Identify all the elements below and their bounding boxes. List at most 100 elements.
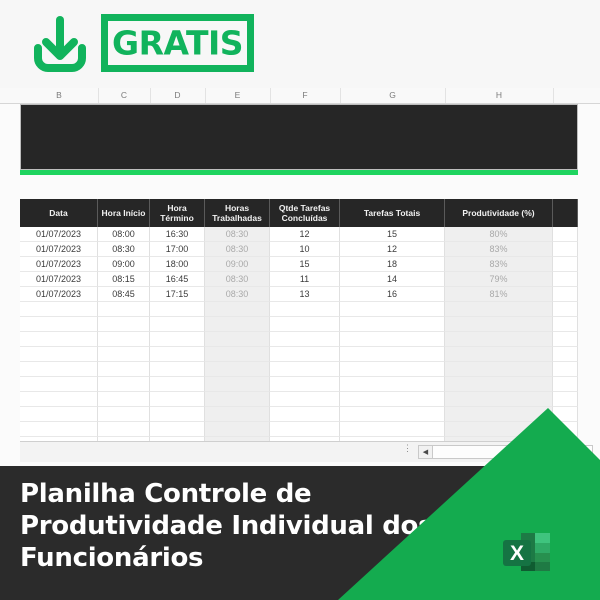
table-cell[interactable] bbox=[445, 332, 553, 347]
table-header-cell[interactable] bbox=[553, 199, 578, 227]
table-cell[interactable] bbox=[270, 362, 340, 377]
table-cell[interactable] bbox=[205, 422, 270, 437]
table-cell[interactable] bbox=[445, 407, 553, 422]
table-cell[interactable] bbox=[270, 377, 340, 392]
table-cell[interactable]: 81% bbox=[445, 287, 553, 302]
table-cell[interactable]: 12 bbox=[340, 242, 445, 257]
table-cell[interactable]: 01/07/2023 bbox=[20, 257, 98, 272]
table-cell[interactable] bbox=[98, 347, 150, 362]
table-cell[interactable] bbox=[205, 377, 270, 392]
table-cell[interactable] bbox=[270, 407, 340, 422]
table-cell[interactable] bbox=[20, 392, 98, 407]
table-cell[interactable] bbox=[20, 347, 98, 362]
table-cell[interactable] bbox=[205, 362, 270, 377]
table-header-cell[interactable]: Produtividade (%) bbox=[445, 199, 553, 227]
table-cell[interactable] bbox=[553, 302, 578, 317]
table-cell[interactable] bbox=[150, 377, 205, 392]
table-cell[interactable] bbox=[340, 422, 445, 437]
table-cell[interactable] bbox=[553, 407, 578, 422]
table-cell[interactable] bbox=[445, 362, 553, 377]
table-cell[interactable] bbox=[270, 392, 340, 407]
table-cell[interactable]: 01/07/2023 bbox=[20, 242, 98, 257]
table-cell[interactable] bbox=[205, 332, 270, 347]
table-cell[interactable]: 15 bbox=[270, 257, 340, 272]
table-cell[interactable] bbox=[445, 347, 553, 362]
table-cell[interactable] bbox=[553, 257, 578, 272]
table-cell[interactable] bbox=[270, 332, 340, 347]
table-cell[interactable] bbox=[553, 347, 578, 362]
table-cell[interactable] bbox=[340, 302, 445, 317]
table-cell[interactable]: 09:00 bbox=[98, 257, 150, 272]
column-header-f[interactable]: F bbox=[270, 88, 341, 103]
table-cell[interactable] bbox=[445, 302, 553, 317]
table-cell[interactable] bbox=[20, 362, 98, 377]
column-header-d[interactable]: D bbox=[150, 88, 206, 103]
table-cell[interactable]: 83% bbox=[445, 257, 553, 272]
column-header-g[interactable]: G bbox=[340, 88, 446, 103]
table-cell[interactable]: 08:30 bbox=[205, 242, 270, 257]
table-header-cell[interactable]: Hora Término bbox=[150, 199, 205, 227]
table-cell[interactable] bbox=[553, 392, 578, 407]
table-cell[interactable] bbox=[98, 302, 150, 317]
table-cell[interactable]: 83% bbox=[445, 242, 553, 257]
table-cell[interactable] bbox=[340, 317, 445, 332]
split-handle-icon[interactable]: ⋮ bbox=[403, 444, 412, 458]
table-cell[interactable] bbox=[150, 362, 205, 377]
table-cell[interactable]: 15 bbox=[340, 227, 445, 242]
column-header-b[interactable]: B bbox=[20, 88, 99, 103]
table-cell[interactable]: 17:00 bbox=[150, 242, 205, 257]
table-cell[interactable] bbox=[553, 332, 578, 347]
table-cell[interactable] bbox=[150, 317, 205, 332]
table-header-cell[interactable]: Tarefas Totais bbox=[340, 199, 445, 227]
table-cell[interactable] bbox=[205, 347, 270, 362]
table-cell[interactable] bbox=[340, 362, 445, 377]
table-cell[interactable] bbox=[205, 407, 270, 422]
table-cell[interactable]: 79% bbox=[445, 272, 553, 287]
table-cell[interactable] bbox=[270, 317, 340, 332]
table-cell[interactable]: 12 bbox=[270, 227, 340, 242]
table-cell[interactable]: 01/07/2023 bbox=[20, 287, 98, 302]
horizontal-scrollbar[interactable]: ◀ bbox=[418, 445, 593, 459]
table-cell[interactable] bbox=[150, 347, 205, 362]
table-cell[interactable]: 16:30 bbox=[150, 227, 205, 242]
column-header-e[interactable]: E bbox=[205, 88, 271, 103]
table-cell[interactable]: 18 bbox=[340, 257, 445, 272]
table-cell[interactable] bbox=[150, 392, 205, 407]
table-cell[interactable] bbox=[98, 422, 150, 437]
table-cell[interactable] bbox=[98, 377, 150, 392]
table-header-cell[interactable]: Hora Início bbox=[98, 199, 150, 227]
table-cell[interactable]: 08:00 bbox=[98, 227, 150, 242]
table-cell[interactable] bbox=[340, 407, 445, 422]
table-cell[interactable] bbox=[553, 272, 578, 287]
table-cell[interactable]: 08:30 bbox=[205, 287, 270, 302]
table-cell[interactable] bbox=[20, 317, 98, 332]
table-cell[interactable] bbox=[553, 242, 578, 257]
table-cell[interactable] bbox=[553, 377, 578, 392]
table-cell[interactable] bbox=[20, 422, 98, 437]
column-header-h[interactable]: H bbox=[445, 88, 554, 103]
table-cell[interactable] bbox=[445, 422, 553, 437]
table-cell[interactable]: 13 bbox=[270, 287, 340, 302]
table-cell[interactable] bbox=[270, 422, 340, 437]
table-header-cell[interactable]: Horas Trabalhadas bbox=[205, 199, 270, 227]
table-cell[interactable] bbox=[445, 392, 553, 407]
table-cell[interactable]: 14 bbox=[340, 272, 445, 287]
table-header-cell[interactable]: Qtde Tarefas Concluídas bbox=[270, 199, 340, 227]
column-header-trailing[interactable] bbox=[578, 88, 600, 103]
table-cell[interactable] bbox=[20, 302, 98, 317]
table-cell[interactable] bbox=[553, 422, 578, 437]
table-cell[interactable] bbox=[270, 302, 340, 317]
table-cell[interactable] bbox=[445, 317, 553, 332]
table-cell[interactable]: 18:00 bbox=[150, 257, 205, 272]
table-cell[interactable] bbox=[20, 407, 98, 422]
table-cell[interactable]: 08:30 bbox=[205, 272, 270, 287]
table-cell[interactable]: 09:00 bbox=[205, 257, 270, 272]
column-header-c[interactable]: C bbox=[98, 88, 151, 103]
table-cell[interactable] bbox=[340, 377, 445, 392]
table-cell[interactable]: 10 bbox=[270, 242, 340, 257]
table-cell[interactable] bbox=[340, 392, 445, 407]
table-cell[interactable] bbox=[553, 317, 578, 332]
table-cell[interactable] bbox=[98, 407, 150, 422]
table-cell[interactable]: 16:45 bbox=[150, 272, 205, 287]
table-cell[interactable]: 11 bbox=[270, 272, 340, 287]
